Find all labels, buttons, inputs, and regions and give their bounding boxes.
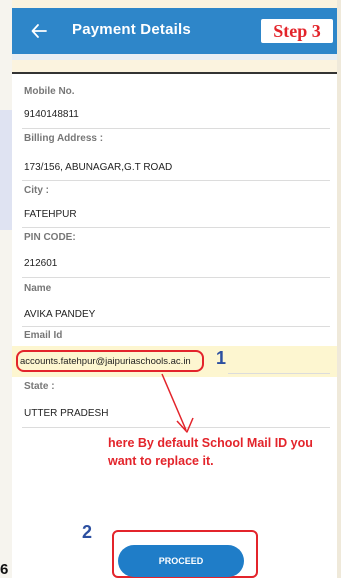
billing-address-value[interactable]: 173/156, ABUNAGAR,G.T ROAD — [24, 162, 172, 173]
app-bar: Payment Details Step 3 — [12, 8, 337, 54]
city-value[interactable]: FATEHPUR — [24, 209, 77, 220]
header-divider — [12, 54, 337, 60]
field-divider — [22, 180, 330, 181]
pin-code-label: PIN CODE: — [24, 232, 76, 243]
page-title: Payment Details — [72, 21, 191, 38]
right-margin — [337, 0, 341, 578]
annotation-note: here By default School Mail ID you want … — [108, 436, 313, 468]
pin-code-value[interactable]: 212601 — [24, 258, 57, 269]
name-value[interactable]: AVIKA PANDEY — [24, 309, 95, 320]
screenshot-stage: Payment Details Step 3 Mobile No. 914014… — [0, 0, 341, 578]
state-value[interactable]: UTTER PRADESH — [24, 408, 108, 419]
field-divider — [22, 427, 330, 428]
arrow-left-icon[interactable] — [30, 22, 48, 40]
left-margin — [0, 0, 12, 578]
payment-form — [12, 72, 337, 578]
field-divider — [22, 227, 330, 228]
city-label: City : — [24, 185, 49, 196]
page-number: 6 — [0, 561, 9, 578]
step-badge: Step 3 — [261, 19, 333, 43]
name-label: Name — [24, 283, 52, 294]
mobile-label: Mobile No. — [24, 86, 75, 97]
field-divider — [228, 373, 330, 374]
field-divider — [22, 326, 330, 327]
state-label: State : — [24, 381, 55, 392]
marker-2: 2 — [82, 522, 93, 542]
email-label: Email Id — [24, 330, 63, 341]
email-highlight-oval — [16, 350, 204, 372]
field-divider — [22, 277, 330, 278]
proceed-button[interactable]: PROCEED — [118, 545, 244, 577]
billing-address-label: Billing Address : — [24, 133, 104, 144]
left-margin-tint — [0, 110, 12, 230]
mobile-value[interactable]: 9140148811 — [24, 109, 79, 120]
field-divider — [22, 128, 330, 129]
marker-1: 1 — [216, 348, 227, 368]
